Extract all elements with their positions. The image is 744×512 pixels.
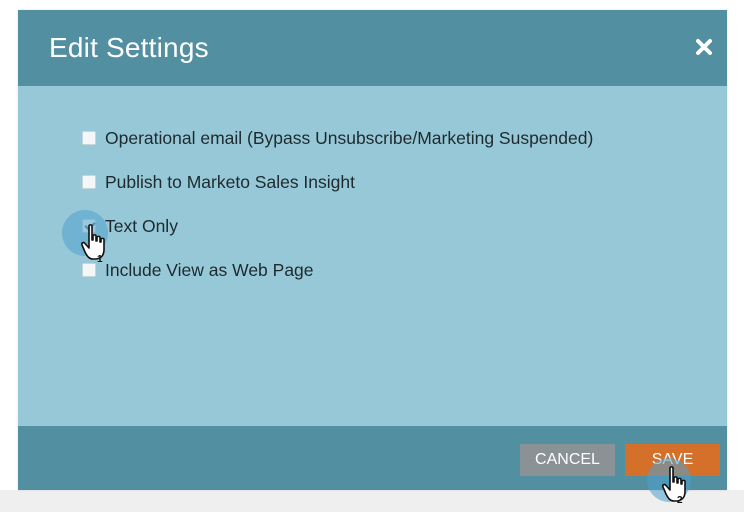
edit-settings-dialog: Edit Settings Operational email (Bypass … (18, 10, 727, 490)
dialog-title: Edit Settings (49, 32, 209, 63)
operational-email-label: Operational email (Bypass Unsubscribe/Ma… (105, 127, 594, 148)
option-include-view-as-web-page[interactable]: Include View as Web Page (82, 259, 593, 281)
dialog-header: Edit Settings (18, 10, 727, 86)
option-text-only[interactable]: Text Only (82, 215, 593, 237)
hand-cursor-icon (80, 224, 105, 260)
step-2-badge: 2 (677, 495, 683, 506)
hand-cursor-icon (661, 466, 686, 502)
option-operational-email[interactable]: Operational email (Bypass Unsubscribe/Ma… (82, 127, 593, 149)
settings-options-list: Operational email (Bypass Unsubscribe/Ma… (82, 127, 593, 303)
option-publish-sales-insight[interactable]: Publish to Marketo Sales Insight (82, 171, 593, 193)
dialog-footer: CANCEL SAVE (18, 426, 727, 490)
close-icon[interactable] (691, 34, 717, 60)
include-view-as-web-page-label: Include View as Web Page (105, 259, 314, 280)
step-1-badge: 1 (97, 254, 103, 265)
publish-sales-insight-checkbox[interactable] (82, 175, 96, 189)
operational-email-checkbox[interactable] (82, 131, 96, 145)
cancel-button[interactable]: CANCEL (520, 444, 615, 476)
text-only-label: Text Only (105, 215, 178, 236)
publish-sales-insight-label: Publish to Marketo Sales Insight (105, 171, 355, 192)
page-bottom-strip (0, 490, 744, 512)
include-view-as-web-page-checkbox[interactable] (82, 263, 96, 277)
